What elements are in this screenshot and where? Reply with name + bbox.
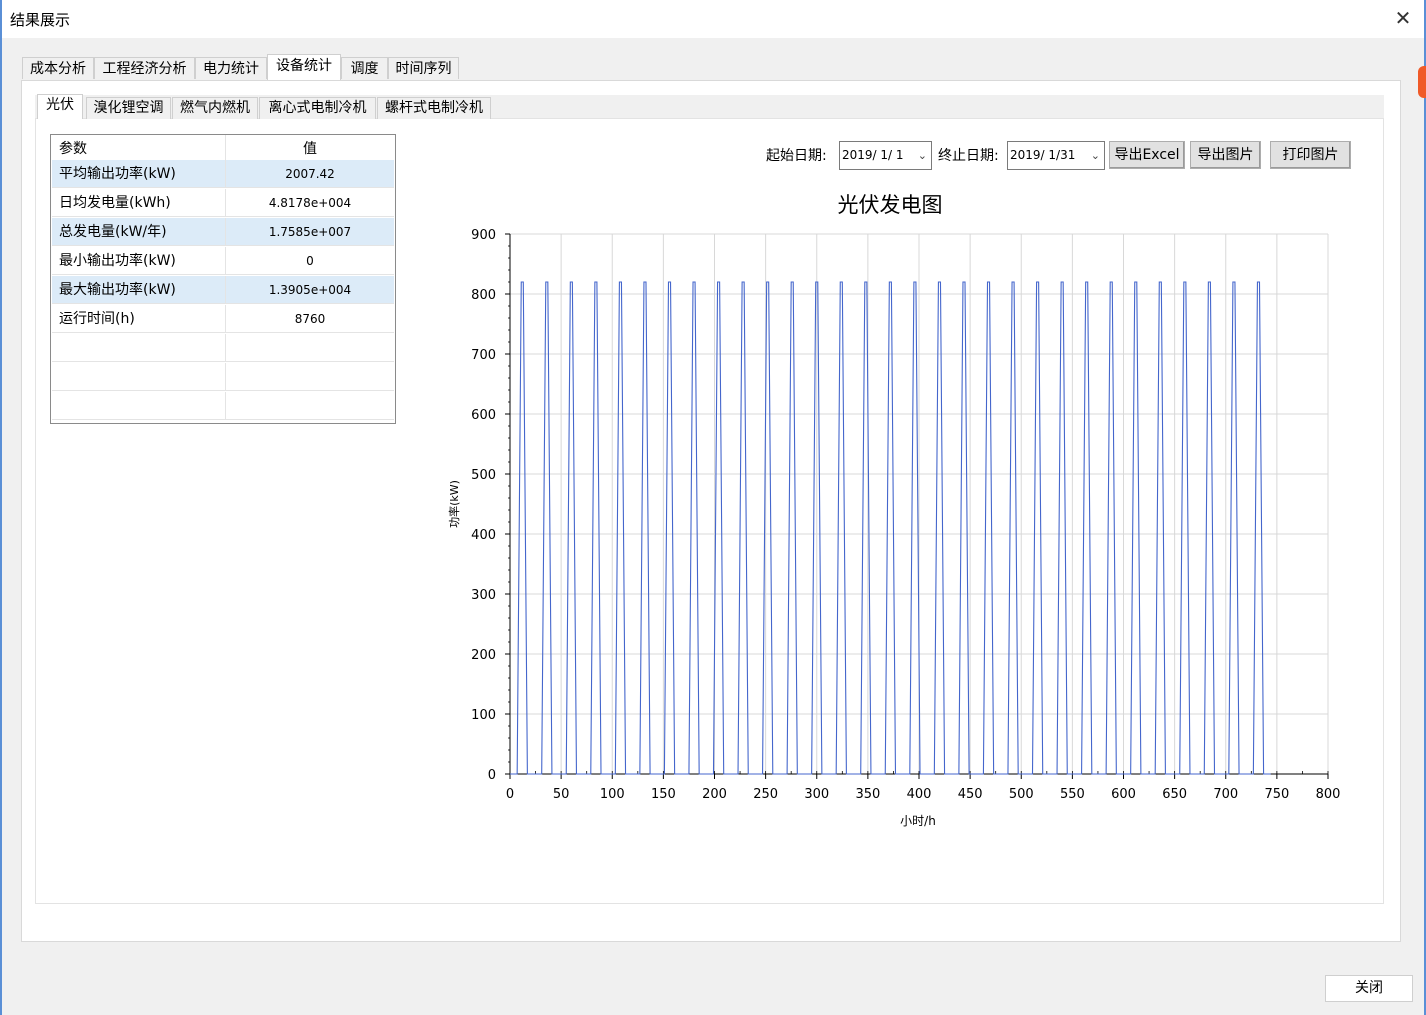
y-axis-label: 功率(kW) [447, 480, 461, 528]
end-date-picker[interactable]: 2019/ 1/31 ⌄ [1007, 141, 1105, 170]
y-tick-label: 200 [471, 648, 496, 663]
value-cell: 1.7585e+007 [226, 218, 394, 246]
pv-power-chart: 光伏发电图 0 100 200 300 400 500 600 700 800 900 0 50 10… [447, 193, 1341, 828]
param-cell: 最小输出功率(kW) [52, 247, 226, 275]
param-cell: 平均输出功率(kW) [52, 160, 226, 188]
y-tick-labels: 0 100 200 300 400 500 600 700 800 900 [471, 228, 496, 783]
value-cell: 2007.42 [226, 160, 394, 188]
table-row[interactable]: 总发电量(kW/年) 1.7585e+007 [52, 218, 394, 247]
table-empty-row [52, 334, 394, 363]
tab-dispatch[interactable]: 调度 [341, 57, 388, 79]
tab-equipment-stats[interactable]: 设备统计 [267, 54, 341, 80]
y-tick-label: 100 [471, 708, 496, 723]
param-cell: 日均发电量(kWh) [52, 189, 226, 217]
x-tick-label: 700 [1213, 787, 1238, 802]
y-tick-label: 700 [471, 348, 496, 363]
tab-cost-analysis[interactable]: 成本分析 [22, 57, 94, 79]
start-date-picker[interactable]: 2019/ 1/ 1 ⌄ [839, 141, 932, 170]
parameter-table: 参数 值 平均输出功率(kW) 2007.42 日均发电量(kWh) 4.817… [50, 134, 396, 424]
close-button[interactable]: 关闭 [1325, 975, 1413, 1002]
export-image-button[interactable]: 导出图片 [1190, 141, 1261, 169]
x-tick-label: 150 [651, 787, 676, 802]
table-row[interactable]: 日均发电量(kWh) 4.8178e+004 [52, 189, 394, 218]
param-cell: 最大输出功率(kW) [52, 276, 226, 304]
x-axis-label: 小时/h [900, 814, 936, 828]
subtab-screw-chiller[interactable]: 螺杆式电制冷机 [377, 97, 491, 119]
y-tick-label: 800 [471, 288, 496, 303]
table-row[interactable]: 运行时间(h) 8760 [52, 305, 394, 334]
param-cell: 总发电量(kW/年) [52, 218, 226, 246]
value-cell: 8760 [226, 305, 394, 333]
x-tick-label: 450 [958, 787, 983, 802]
window-left-edge [0, 0, 2, 1015]
x-tick-label: 750 [1264, 787, 1289, 802]
value-cell: 0 [226, 247, 394, 275]
x-tick-label: 400 [907, 787, 932, 802]
print-image-button[interactable]: 打印图片 [1270, 141, 1351, 169]
x-tick-label: 600 [1111, 787, 1136, 802]
subtab-gas-engine[interactable]: 燃气内燃机 [172, 97, 258, 119]
table-row[interactable]: 最小输出功率(kW) 0 [52, 247, 394, 276]
end-date-label: 终止日期: [938, 148, 999, 164]
x-tick-labels: 0 50 100 150 200 250 300 350 400 450 500 550 600 650 7… [506, 787, 1341, 802]
window-close-icon[interactable]: ✕ [1380, 0, 1426, 38]
y-tick-label: 900 [471, 228, 496, 243]
table-empty-row [52, 363, 394, 392]
x-tick-label: 800 [1316, 787, 1341, 802]
x-tick-label: 200 [702, 787, 727, 802]
subtab-libr-ac[interactable]: 溴化锂空调 [86, 97, 171, 119]
pv-power-series-line [510, 281, 1271, 775]
x-tick-label: 550 [1060, 787, 1085, 802]
value-cell: 1.3905e+004 [226, 276, 394, 304]
header-param: 参数 [52, 135, 226, 163]
table-empty-row [52, 392, 394, 421]
value-cell: 4.8178e+004 [226, 189, 394, 217]
subtab-pv[interactable]: 光伏 [37, 94, 83, 119]
x-tick-label: 650 [1162, 787, 1187, 802]
start-date-label: 起始日期: [766, 148, 827, 164]
side-decoration [1418, 66, 1426, 98]
subtab-centrifugal-chiller[interactable]: 离心式电制冷机 [259, 97, 376, 119]
window-title: 结果展示 [10, 11, 71, 29]
tab-time-series[interactable]: 时间序列 [388, 57, 459, 79]
y-tick-label: 0 [488, 768, 496, 783]
table-row[interactable]: 平均输出功率(kW) 2007.42 [52, 160, 394, 189]
start-date-value: 2019/ 1/ 1 [842, 148, 904, 162]
table-row[interactable]: 最大输出功率(kW) 1.3905e+004 [52, 276, 394, 305]
end-date-value: 2019/ 1/31 [1010, 148, 1076, 162]
x-tick-label: 100 [600, 787, 625, 802]
header-value: 值 [226, 135, 394, 163]
y-tick-label: 600 [471, 408, 496, 423]
title-bar: 结果展示 ✕ [0, 0, 1426, 38]
y-tick-label: 300 [471, 588, 496, 603]
x-tick-label: 300 [804, 787, 829, 802]
x-tick-label: 500 [1009, 787, 1034, 802]
y-tick-label: 400 [471, 528, 496, 543]
x-tick-label: 50 [553, 787, 570, 802]
tab-engineering-economics[interactable]: 工程经济分析 [94, 57, 195, 79]
param-cell: 运行时间(h) [52, 305, 226, 333]
x-tick-label: 0 [506, 787, 514, 802]
chart-title: 光伏发电图 [838, 193, 943, 217]
y-tick-label: 500 [471, 468, 496, 483]
export-excel-button[interactable]: 导出Excel [1109, 141, 1185, 169]
chevron-down-icon: ⌄ [917, 149, 927, 162]
x-tick-label: 250 [753, 787, 778, 802]
chevron-down-icon: ⌄ [1090, 149, 1100, 162]
tab-power-stats[interactable]: 电力统计 [195, 57, 267, 79]
x-tick-label: 350 [855, 787, 880, 802]
